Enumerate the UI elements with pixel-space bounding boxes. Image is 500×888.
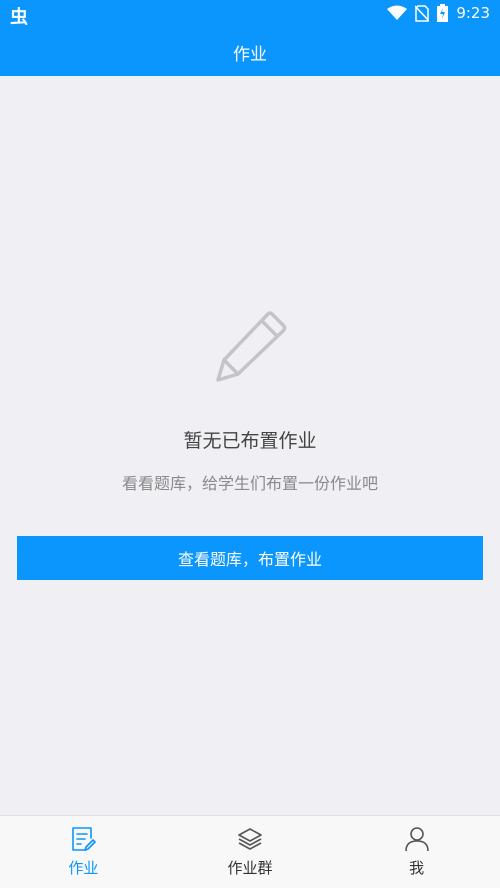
no-sim-icon [415, 4, 430, 22]
wifi-icon [387, 5, 408, 20]
status-icons: 9:23 [387, 4, 490, 22]
empty-state-title: 暂无已布置作业 [183, 430, 317, 452]
tab-homework-groups[interactable]: 作业群 [167, 816, 334, 888]
status-bar: 虫 9:23 [0, 0, 500, 28]
tab-homework-groups-label: 作业群 [227, 859, 273, 877]
main-content: 暂无已布置作业 看看题库，给学生们布置一份作业吧 查看题库，布置作业 [0, 76, 500, 815]
pencil-icon [216, 311, 287, 382]
page-title: 作业 [233, 44, 267, 65]
tab-me[interactable]: 我 [333, 816, 500, 888]
tab-me-label: 我 [409, 859, 425, 877]
homework-icon [72, 827, 97, 851]
layers-icon [238, 828, 262, 850]
tab-homework-label: 作业 [68, 859, 99, 877]
tab-homework[interactable]: 作业 [0, 816, 167, 888]
app-notification-icon: 虫 [10, 7, 28, 28]
nav-bar: 作业 [0, 28, 500, 76]
empty-state-subtitle: 看看题库，给学生们布置一份作业吧 [121, 474, 378, 493]
view-question-bank-button[interactable]: 查看题库，布置作业 [17, 536, 483, 580]
bottom-tab-bar: 作业 作业群 我 [0, 815, 500, 888]
battery-charging-icon [437, 4, 449, 22]
clock: 9:23 [456, 4, 490, 22]
person-icon [404, 827, 429, 852]
